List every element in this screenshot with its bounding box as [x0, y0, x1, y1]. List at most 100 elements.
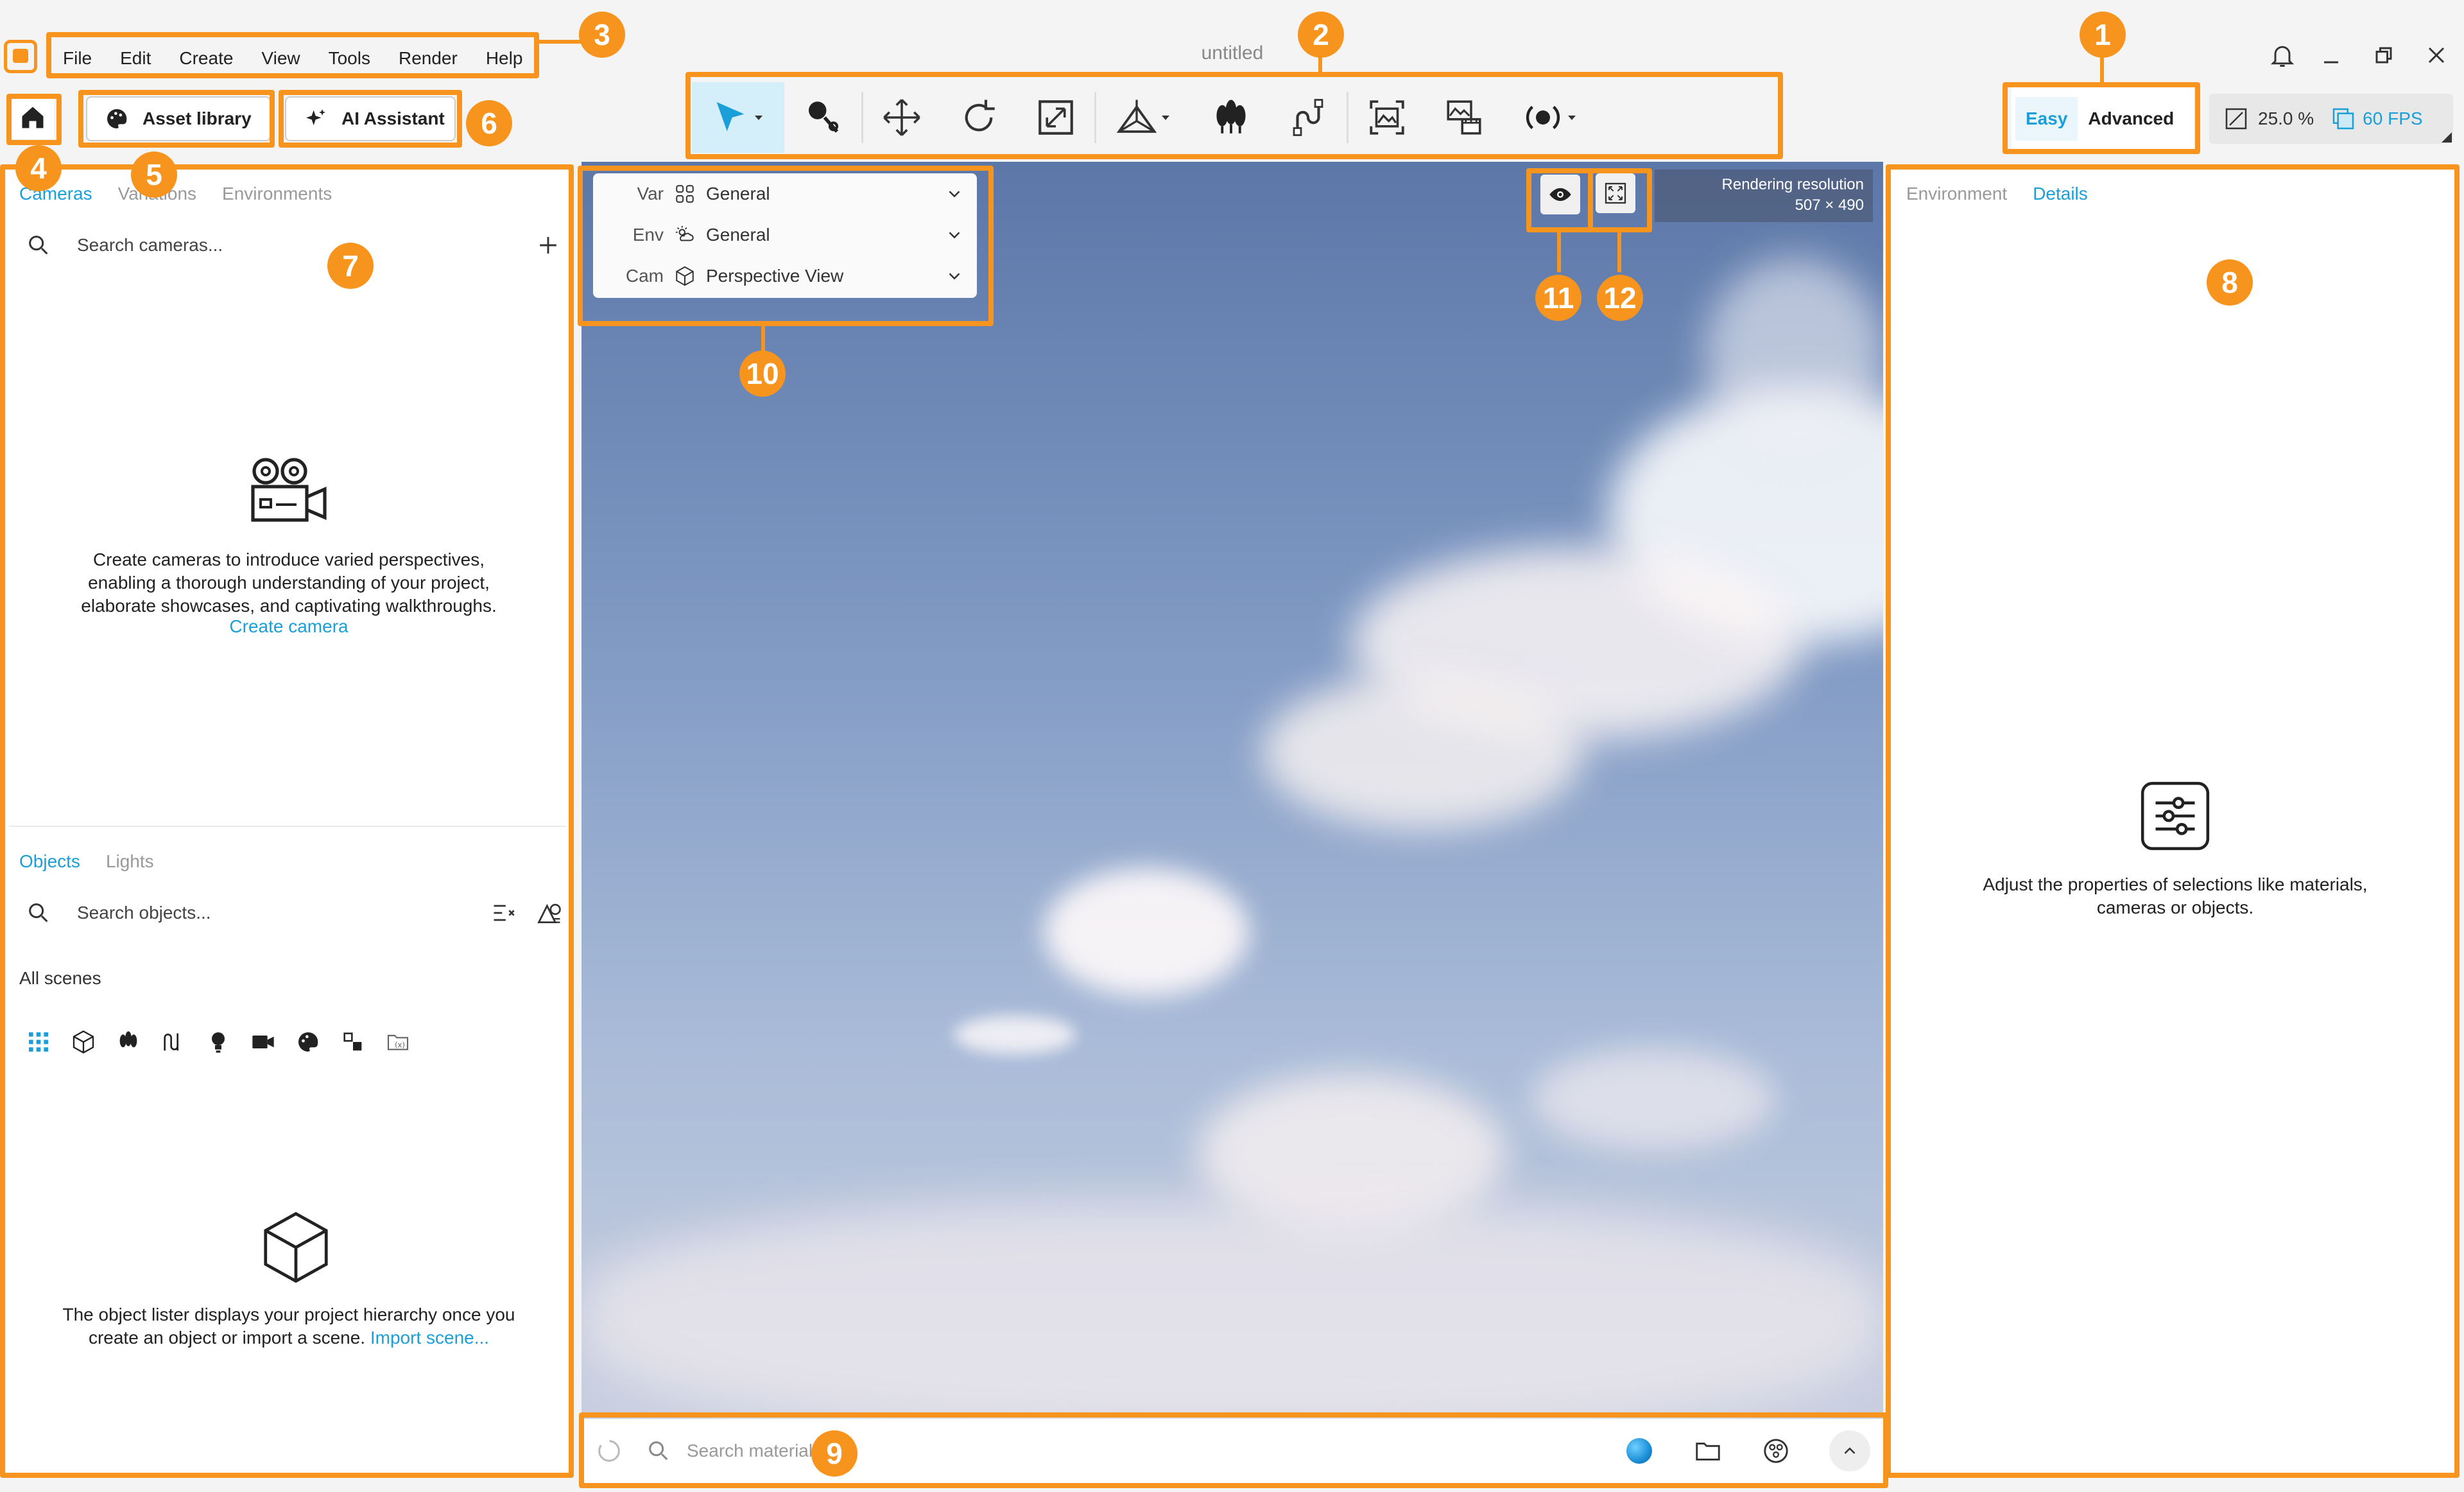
home-button[interactable]	[12, 96, 54, 139]
camera-label: Cam	[625, 266, 664, 286]
minimize-icon[interactable]	[2317, 41, 2345, 69]
left-panel-tabs: Cameras Variations Environments	[19, 181, 358, 207]
video-render-tool[interactable]	[1426, 82, 1503, 153]
tab-lights[interactable]: Lights	[106, 851, 154, 872]
cameras-empty-text: Create cameras to introduce varied persp…	[81, 550, 497, 616]
tab-environment[interactable]: Environment	[1906, 184, 2007, 204]
cube-icon[interactable]	[71, 1029, 96, 1055]
easy-mode-button[interactable]: Easy	[2015, 97, 2078, 141]
create-camera-link[interactable]: Create camera	[193, 616, 385, 637]
menu-create[interactable]: Create	[179, 48, 233, 69]
cloud	[582, 1202, 1883, 1421]
import-scene-link[interactable]: Import scene...	[370, 1328, 489, 1348]
live-mode-tool[interactable]	[1503, 82, 1599, 153]
environment-value: General	[706, 225, 770, 245]
cloud	[954, 1016, 1076, 1054]
callout-badge-1: 1	[2080, 12, 2126, 58]
callout-line	[2100, 56, 2104, 85]
close-icon[interactable]	[2422, 41, 2451, 69]
chevron-down-icon	[949, 191, 960, 198]
palette-icon	[107, 108, 127, 128]
scene-selector-panel: Var General Env General Cam Perspective …	[593, 173, 977, 298]
asset-library-label: Asset library	[142, 108, 252, 128]
callout-line	[1318, 56, 1322, 74]
object-empty-icon	[255, 1207, 336, 1288]
ai-assistant-label: AI Assistant	[341, 108, 445, 128]
visibility-toggle-button[interactable]	[1540, 175, 1580, 214]
search-icon	[29, 236, 48, 255]
menu-tools[interactable]: Tools	[329, 48, 370, 69]
add-camera-icon[interactable]	[534, 231, 562, 259]
light-bulb-icon[interactable]	[205, 1029, 231, 1055]
material-browser-icon[interactable]	[1761, 1436, 1791, 1466]
shapes-icon[interactable]	[340, 1029, 366, 1055]
viewport-sky[interactable]	[582, 162, 1883, 1421]
objects-tabs: Objects Lights	[19, 849, 180, 874]
search-icon	[649, 1441, 668, 1461]
paint-picker-icon	[809, 101, 839, 133]
scale-tool[interactable]	[1017, 82, 1094, 153]
advanced-mode-button[interactable]: Advanced	[2078, 97, 2184, 141]
select-tool[interactable]	[692, 82, 784, 153]
sparkle-icon	[306, 109, 325, 125]
chevron-down-icon	[949, 273, 960, 280]
tab-objects[interactable]: Objects	[19, 851, 80, 872]
camera-selector[interactable]: Cam Perspective View	[606, 256, 964, 297]
menu-file[interactable]: File	[63, 48, 92, 69]
rotate-tool[interactable]	[940, 82, 1017, 153]
variation-icon	[676, 185, 694, 203]
material-loader-icon[interactable]	[594, 1436, 624, 1466]
sun-cloud-icon	[675, 225, 694, 241]
object-search[interactable]: Search objects...	[26, 895, 475, 931]
material-palette-icon[interactable]	[295, 1029, 321, 1055]
chevron-down-icon	[1162, 116, 1169, 120]
asset-library-button[interactable]: Asset library	[86, 96, 271, 141]
camera-search[interactable]: Search cameras...	[26, 227, 565, 263]
callout-badge-3: 3	[579, 12, 625, 58]
path-tool[interactable]	[1270, 82, 1347, 153]
rendering-resolution-label: Rendering resolution	[1721, 176, 1864, 193]
chevron-down-icon	[949, 232, 960, 239]
restore-icon[interactable]	[2370, 41, 2398, 69]
tab-details[interactable]: Details	[2033, 184, 2088, 204]
video-camera-icon[interactable]	[250, 1029, 276, 1055]
folder-icon[interactable]	[1693, 1436, 1723, 1466]
camera-value: Perspective View	[706, 266, 844, 286]
search-icon	[29, 903, 48, 923]
menu-view[interactable]: View	[261, 48, 300, 69]
placement-icon	[1116, 100, 1157, 133]
fps-layers-icon	[2332, 108, 2354, 130]
mode-switch: Easy Advanced	[2012, 87, 2194, 150]
camera-search-input[interactable]: Search cameras...	[77, 235, 223, 256]
bell-icon[interactable]	[2268, 41, 2296, 69]
fit-view-button[interactable]	[1596, 173, 1635, 213]
filter-icon[interactable]	[490, 899, 519, 927]
expand-button[interactable]	[1829, 1430, 1870, 1471]
variation-selector[interactable]: Var General	[606, 173, 964, 214]
move-tool[interactable]	[863, 82, 940, 153]
grid-all-icon[interactable]	[26, 1029, 51, 1055]
tab-environments[interactable]: Environments	[222, 184, 332, 204]
material-sphere-icon[interactable]	[1626, 1438, 1652, 1464]
vegetation-tool[interactable]	[1193, 82, 1270, 153]
record-icon	[1526, 105, 1560, 130]
menu-edit[interactable]: Edit	[120, 48, 151, 69]
environment-selector[interactable]: Env General	[606, 214, 964, 256]
window-title: untitled	[1201, 42, 1264, 64]
object-search-input[interactable]: Search objects...	[77, 903, 211, 923]
shapes-filter-icon[interactable]	[535, 899, 564, 927]
all-scenes-label[interactable]: All scenes	[19, 968, 101, 989]
paint-picker-tool[interactable]	[784, 82, 861, 153]
variable-folder-icon[interactable]: (x)	[385, 1029, 411, 1055]
placement-tool[interactable]	[1096, 82, 1193, 153]
menu-render[interactable]: Render	[399, 48, 458, 69]
menu-help[interactable]: Help	[486, 48, 523, 69]
path-icon[interactable]	[160, 1029, 186, 1055]
stats-display[interactable]: 25.0 % 60 FPS	[2209, 94, 2453, 144]
image-render-tool[interactable]	[1348, 82, 1426, 153]
eye-icon	[1549, 188, 1571, 201]
properties-sliders-icon	[2136, 777, 2214, 855]
vegetation-icon[interactable]	[116, 1029, 141, 1055]
callout-badge-2: 2	[1298, 12, 1344, 58]
ai-assistant-button[interactable]: AI Assistant	[285, 96, 456, 141]
